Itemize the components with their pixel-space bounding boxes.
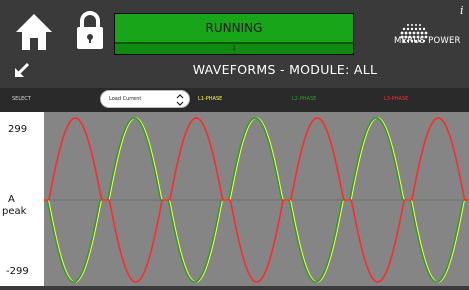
legend-l3: L3-PHASE	[384, 96, 409, 102]
select-bar: SELECT Load Current L1-PHASE L2-PHASE L3…	[0, 88, 469, 112]
y-axis-panel: 299 A peak -299	[0, 112, 44, 286]
arrow-down-left-icon[interactable]	[14, 62, 30, 78]
status-label: RUNNING	[115, 14, 353, 44]
legend-l1: L1-PHASE	[198, 96, 223, 102]
status-sub: 1	[232, 45, 236, 52]
y-max-label: 299	[8, 124, 28, 135]
waveform-plot	[44, 112, 469, 286]
info-icon[interactable]: i	[460, 4, 464, 17]
signal-select[interactable]: Load Current	[100, 90, 190, 108]
home-icon[interactable]	[14, 12, 54, 52]
chevron-up-down-icon	[176, 94, 184, 106]
sub-header: WAVEFORMS - MODULE: ALL	[0, 56, 469, 88]
merus-logo	[400, 24, 428, 43]
status-indicator: RUNNING 1	[114, 13, 354, 55]
top-bar: RUNNING 1 MERUS POWER i	[0, 0, 469, 56]
select-label: SELECT	[12, 96, 31, 102]
y-min-label: -299	[6, 266, 29, 277]
page-title: WAVEFORMS - MODULE: ALL	[192, 62, 378, 77]
legend-l2: L2-PHASE	[292, 96, 317, 102]
y-unit-label-peak: peak	[2, 206, 27, 217]
y-unit-label-a: A	[8, 194, 15, 205]
lock-icon[interactable]	[74, 10, 106, 50]
waveform-svg	[44, 117, 469, 283]
brand-name: MERUS POWER	[394, 36, 461, 46]
signal-select-value: Load Current	[109, 96, 142, 102]
